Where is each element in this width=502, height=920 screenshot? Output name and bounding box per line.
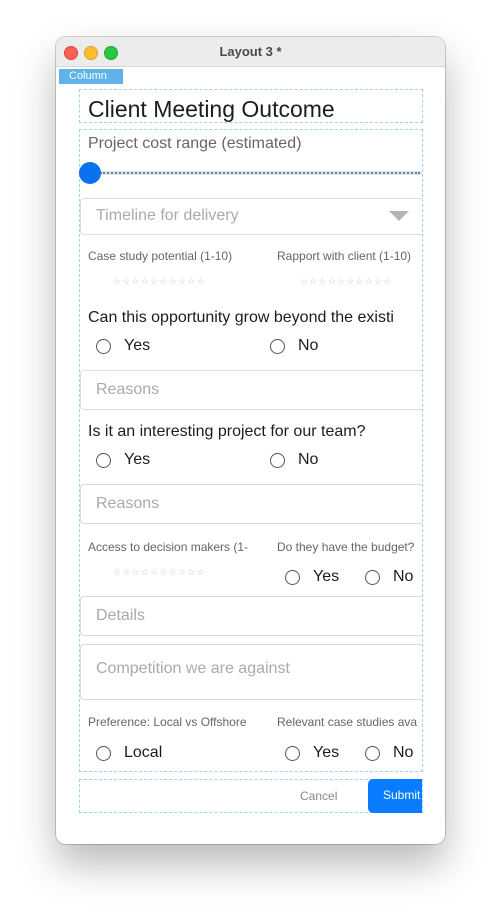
cost-range-ticks <box>100 172 420 176</box>
cancel-button[interactable]: Cancel <box>300 789 337 803</box>
rapport-label: Rapport with client (1-10) <box>277 249 412 263</box>
grow-no-label[interactable]: No <box>298 337 318 355</box>
preference-local-label[interactable]: Local <box>124 744 162 762</box>
access-label: Access to decision makers (1- <box>88 540 249 554</box>
details-placeholder: Details <box>96 607 145 624</box>
grow-reasons-placeholder: Reasons <box>96 381 160 398</box>
interesting-yes-radio[interactable] <box>96 453 111 468</box>
case-study-potential-label: Case study potential (1-10) <box>88 249 233 263</box>
form-title: Client Meeting Outcome <box>88 96 335 122</box>
competition-placeholder: Competition we are against <box>96 660 290 677</box>
relevant-no-label[interactable]: No <box>393 744 413 762</box>
budget-yes-radio[interactable] <box>285 570 300 585</box>
access-rating-stars[interactable]: ☆☆☆☆☆☆☆☆☆☆ <box>113 567 206 578</box>
canvas: Column Client Meeting Outcome Project co… <box>56 67 445 844</box>
timeline-placeholder: Timeline for delivery <box>96 207 239 224</box>
cost-range-slider-thumb[interactable] <box>79 162 101 184</box>
relevant-no-radio[interactable] <box>365 746 380 761</box>
grow-no-radio[interactable] <box>270 339 285 354</box>
app-window: Layout 3 * Column Client Meeting Outcome… <box>56 37 445 844</box>
interesting-reasons-placeholder: Reasons <box>96 495 160 512</box>
relevant-yes-radio[interactable] <box>285 746 300 761</box>
budget-label: Do they have the budget? <box>277 540 415 554</box>
window-title: Layout 3 * <box>219 44 282 59</box>
budget-yes-label[interactable]: Yes <box>313 568 339 586</box>
grow-yes-radio[interactable] <box>96 339 111 354</box>
case-study-rating-stars[interactable]: ☆☆☆☆☆☆☆☆☆☆ <box>113 276 206 287</box>
relevant-yes-label[interactable]: Yes <box>313 744 339 762</box>
interesting-no-label[interactable]: No <box>298 451 318 469</box>
preference-local-radio[interactable] <box>96 746 111 761</box>
cost-range-label: Project cost range (estimated) <box>88 135 302 152</box>
column-tag[interactable]: Column <box>59 69 123 84</box>
grow-yes-label[interactable]: Yes <box>124 337 150 355</box>
submit-button[interactable]: Submit <box>368 779 422 813</box>
budget-no-radio[interactable] <box>365 570 380 585</box>
preference-label: Preference: Local vs Offshore <box>88 715 247 729</box>
interesting-no-radio[interactable] <box>270 453 285 468</box>
budget-no-label[interactable]: No <box>393 568 413 586</box>
interesting-yes-label[interactable]: Yes <box>124 451 150 469</box>
rapport-rating-stars[interactable]: ☆☆☆☆☆☆☆☆☆☆ <box>300 276 393 287</box>
title-bar: Layout 3 * <box>56 37 445 67</box>
interesting-question: Is it an interesting project for our tea… <box>88 423 366 440</box>
grow-question: Can this opportunity grow beyond the exi… <box>88 309 394 326</box>
rapport-rating-clip: ☆☆☆☆☆☆☆☆☆☆ <box>300 274 422 288</box>
relevant-case-studies-label: Relevant case studies ava <box>277 715 418 729</box>
chevron-down-icon[interactable] <box>389 211 409 221</box>
